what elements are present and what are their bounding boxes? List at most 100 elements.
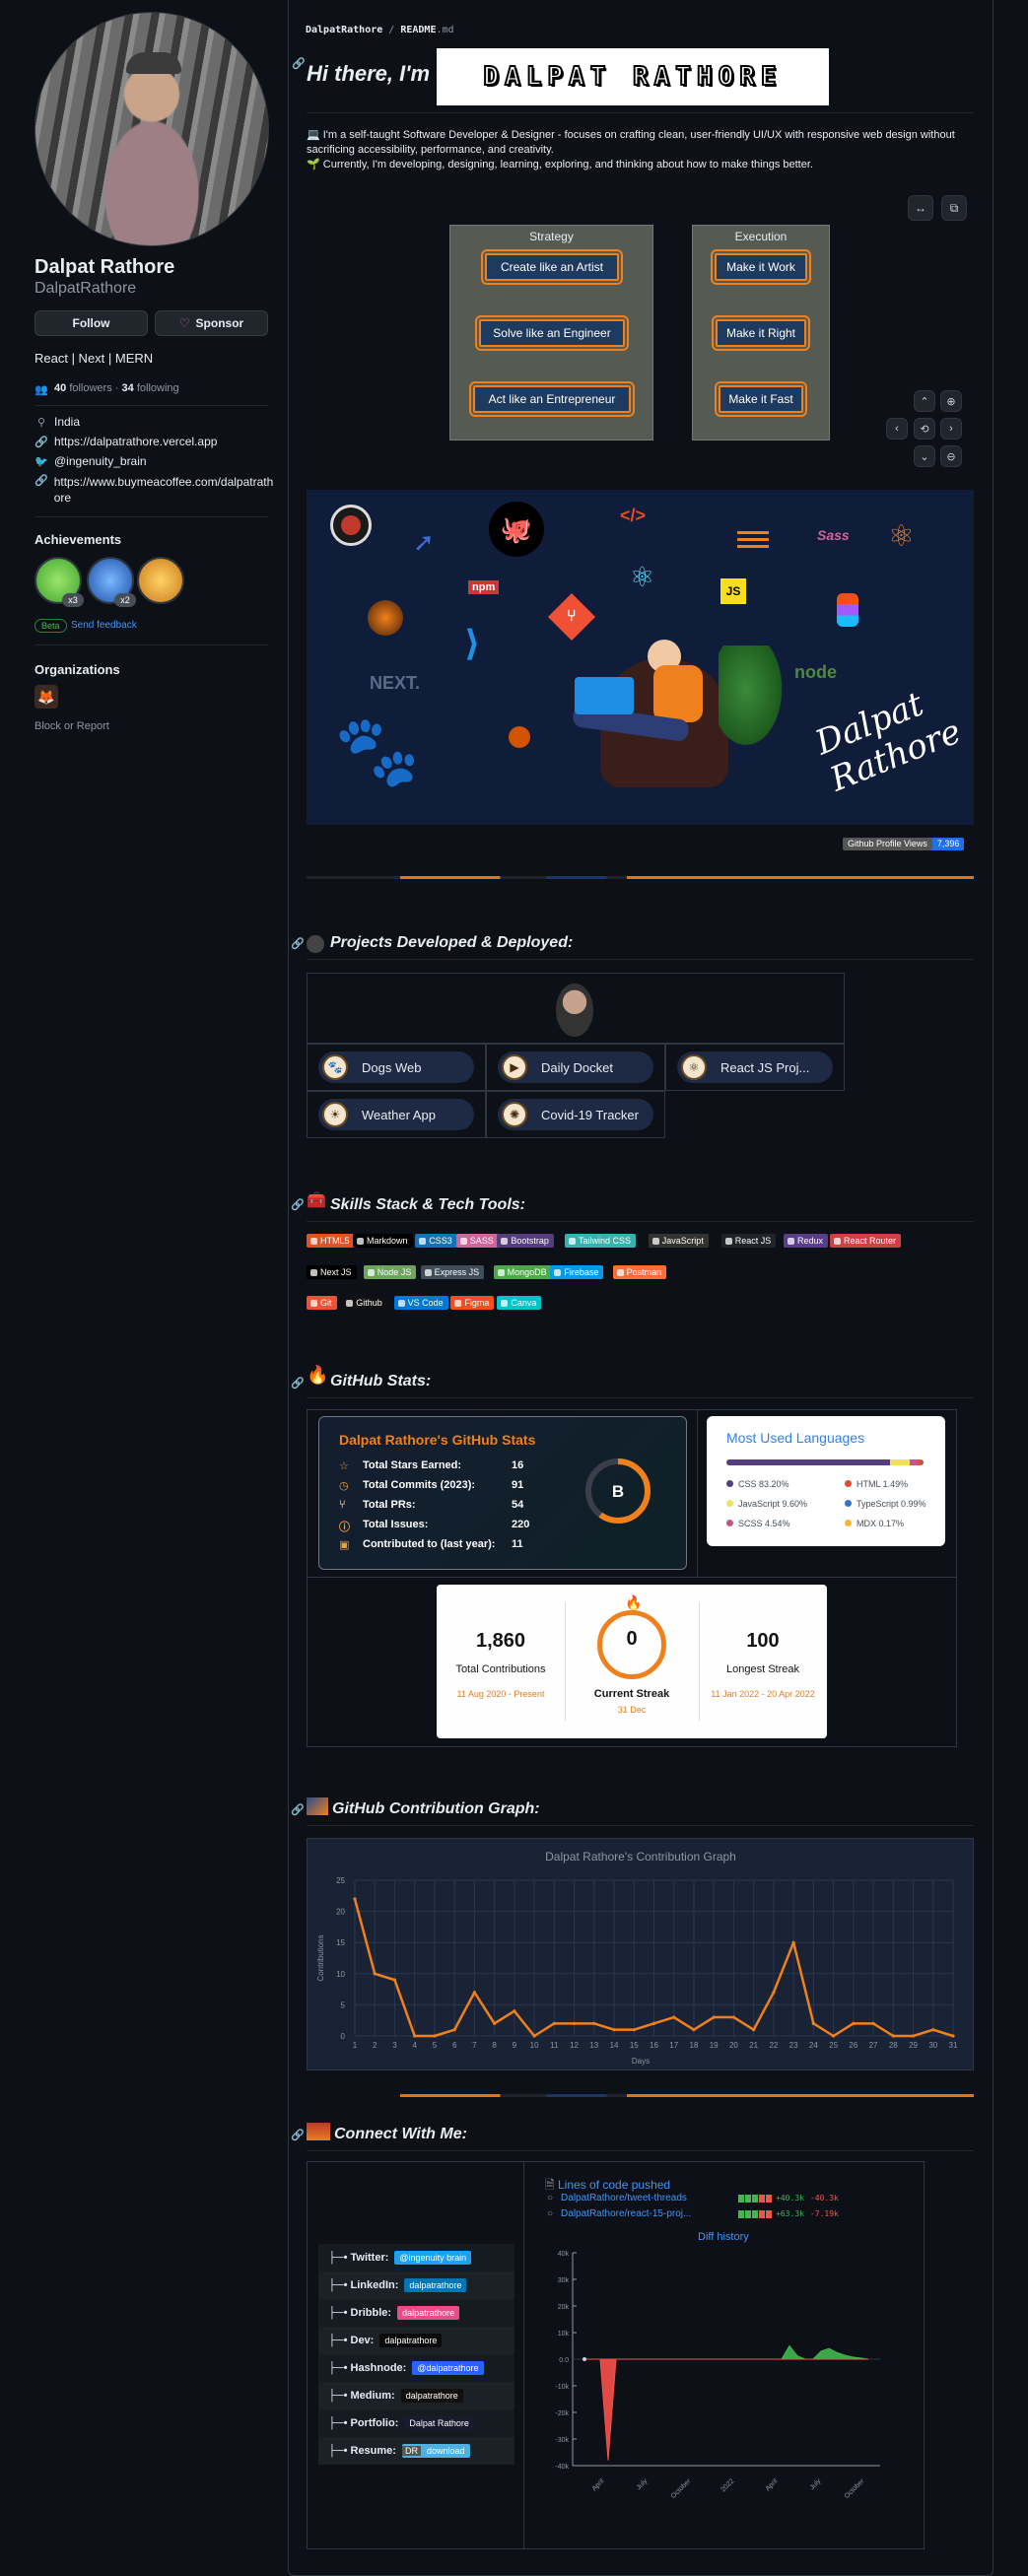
anchor-link-icon[interactable]: 🔗: [291, 937, 305, 950]
social-badge[interactable]: @ingenuity brain: [394, 2251, 472, 2265]
hero-banner: ➚ 🐙 </> Sass ⚛ npm ⚛ JS ⑂ ⟩ NEXT. node 🐾…: [307, 490, 974, 825]
projects-heading: Projects Developed & Deployed:: [330, 934, 574, 951]
social-row[interactable]: ├─• Hashnode: @dalpatrathore: [318, 2354, 514, 2382]
contribution-point: [731, 2015, 736, 2019]
achievement-quickdraw-icon[interactable]: [137, 557, 184, 604]
social-badge[interactable]: Dalpat Rathore: [404, 2416, 474, 2430]
y-tick-label: 30k: [558, 2277, 570, 2284]
sun-icon: ☀: [322, 1102, 348, 1127]
anchor-link-icon[interactable]: 🔗: [291, 1198, 305, 1211]
project-daily-docket[interactable]: ▶ Daily Docket: [498, 1051, 653, 1083]
twitter-link[interactable]: 🐦 @ingenuity_brain: [34, 454, 146, 468]
social-label: ├─• Dev:: [328, 2335, 375, 2346]
social-badge[interactable]: dalpatrathore: [379, 2334, 443, 2347]
x-tick-label: 10: [530, 2041, 539, 2050]
x-tick-label: 16: [650, 2041, 658, 2050]
language-item: CSS 83.20%: [726, 1479, 789, 1489]
contribution-point: [772, 1991, 776, 1995]
pan-down-icon[interactable]: ⌄: [914, 445, 935, 467]
contribution-point: [791, 1940, 795, 1944]
rank-ring: B: [585, 1458, 651, 1524]
stats-heading: GitHub Stats:: [330, 1373, 432, 1390]
toolbox-icon: 🧰: [307, 1192, 326, 1209]
social-row[interactable]: ├─• Portfolio: Dalpat Rathore: [318, 2409, 514, 2437]
diff-series-additions: [584, 2344, 869, 2360]
project-weather-app[interactable]: ☀ Weather App: [318, 1099, 474, 1130]
figma-icon: [837, 593, 858, 627]
html-code-icon: </>: [620, 506, 647, 525]
total-contributions: 1,860: [475, 1630, 526, 1652]
pan-right-icon[interactable]: ›: [940, 418, 962, 440]
paw-icon: 🐾: [322, 1054, 348, 1080]
zoom-in-icon[interactable]: ⊕: [940, 390, 962, 412]
x-tick-label: 25: [829, 2041, 838, 2050]
execution-title: Execution: [734, 230, 788, 243]
social-row[interactable]: ├─• Dribble: dalpatrathore: [318, 2299, 514, 2327]
project-react-js[interactable]: ⚛ React JS Proj...: [677, 1051, 833, 1083]
git-icon: ⑂: [547, 592, 596, 642]
anchor-link-icon[interactable]: 🔗: [292, 57, 306, 70]
copy-icon[interactable]: ⧉: [941, 195, 967, 221]
buymeacoffee-link[interactable]: 🔗 https://www.buymeacoffee.com/dalpatrat…: [34, 474, 273, 506]
social-badge[interactable]: @dalpatrathore: [412, 2361, 484, 2375]
repo-icon: ▣: [339, 1539, 350, 1551]
x-tick-label: 5: [433, 2041, 438, 2050]
anchor-link-icon[interactable]: 🔗: [291, 1803, 305, 1816]
x-tick-label: 3: [392, 2041, 397, 2050]
social-row[interactable]: ├─• Twitter: @ingenuity brain: [318, 2244, 514, 2271]
github-stats-card: Dalpat Rathore's GitHub Stats ☆ Total Sta…: [318, 1416, 687, 1570]
divider: [34, 405, 268, 406]
languages-bar: [726, 1459, 924, 1465]
block-report-link[interactable]: Block or Report: [34, 720, 109, 732]
followers-line[interactable]: 👥 40 followers · 34 following: [34, 382, 179, 396]
social-row[interactable]: ├─• Dev: dalpatrathore: [318, 2327, 514, 2354]
skill-badge: Github: [342, 1296, 387, 1310]
project-dogs-web[interactable]: 🐾 Dogs Web: [318, 1051, 474, 1083]
social-row[interactable]: ├─• Resume: DR download: [318, 2437, 514, 2465]
organization-avatar[interactable]: 🦊: [34, 685, 58, 709]
x-tick-label: 11: [550, 2041, 559, 2050]
language-item: TypeScript 0.99%: [845, 1499, 926, 1509]
profile-sidebar: Dalpat Rathore DalpatRathore Follow ♡ Sp…: [0, 0, 281, 2576]
diff-history-title: Diff history: [698, 2231, 749, 2243]
divider: [307, 2150, 974, 2151]
pan-up-icon[interactable]: ⌃: [914, 390, 935, 412]
anchor-link-icon[interactable]: 🔗: [291, 2129, 305, 2141]
stat-row: ⓘ Total Issues: 220: [339, 1519, 530, 1533]
follow-button[interactable]: Follow: [34, 310, 148, 336]
y-tick-label: 10: [336, 1970, 345, 1979]
diff-point: [583, 2357, 586, 2361]
social-badge[interactable]: dalpatrathore: [404, 2278, 467, 2292]
website-link[interactable]: 🔗 https://dalpatrathore.vercel.app: [34, 435, 217, 448]
expand-icon[interactable]: ↔: [908, 195, 933, 221]
skill-badge: SASS: [455, 1234, 499, 1248]
contribution-point: [373, 1972, 377, 1976]
language-item: JavaScript 9.60%: [726, 1499, 807, 1509]
social-row[interactable]: ├─• LinkedIn: dalpatrathore: [318, 2271, 514, 2299]
profile-avatar[interactable]: [34, 12, 269, 246]
stats-card-title: Dalpat Rathore's GitHub Stats: [339, 1432, 536, 1448]
language-bar-segment: [909, 1459, 919, 1465]
x-tick-label: 19: [710, 2041, 719, 2050]
y-tick-label: 40k: [558, 2251, 570, 2258]
social-badge[interactable]: dalpatrathore: [400, 2389, 463, 2403]
social-row[interactable]: ├─• Medium: dalpatrathore: [318, 2382, 514, 2409]
anchor-link-icon[interactable]: 🔗: [291, 1377, 305, 1390]
reset-icon[interactable]: ⟲: [914, 418, 935, 440]
zoom-out-icon[interactable]: ⊖: [940, 445, 962, 467]
social-badge[interactable]: dalpatrathore: [397, 2306, 460, 2320]
send-feedback-link[interactable]: Send feedback: [71, 620, 137, 631]
social-label: ├─• Twitter:: [328, 2252, 389, 2264]
graph-icon: [307, 1797, 328, 1815]
fire-icon: 🔥: [307, 1365, 329, 1385]
x-axis-label: Days: [632, 2057, 650, 2066]
x-tick-label: 29: [909, 2041, 918, 2050]
pan-left-icon[interactable]: ‹: [886, 418, 908, 440]
javascript-icon: JS: [720, 578, 746, 604]
social-badge[interactable]: DR download: [401, 2444, 470, 2458]
sponsor-button[interactable]: ♡ Sponsor: [155, 310, 268, 336]
project-covid-tracker[interactable]: ✺ Covid-19 Tracker: [498, 1099, 653, 1130]
y-tick-label: -40k: [555, 2464, 569, 2471]
x-tick-label: 21: [749, 2041, 758, 2050]
y-tick-label: -20k: [555, 2410, 569, 2417]
